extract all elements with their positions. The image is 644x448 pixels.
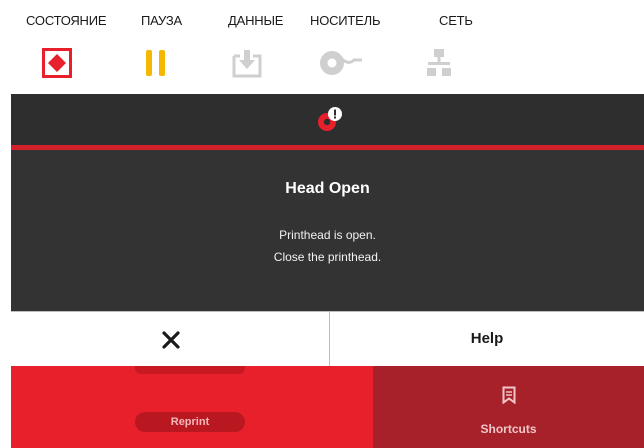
media-roll-icon — [318, 48, 368, 83]
pause-icon — [144, 48, 168, 83]
printer-status-panel: СОСТОЯНИЕ ПАУЗА ДАННЫЕ НОСИТЕЛЬ СЕТЬ Hea… — [0, 0, 644, 448]
network-icon — [426, 48, 452, 83]
alert-dialog: Head Open Printhead is open. Close the p… — [11, 150, 644, 311]
error-alert-icon[interactable] — [316, 106, 344, 137]
data-download-icon — [231, 48, 263, 83]
close-button[interactable] — [11, 312, 330, 366]
status-stop-icon — [42, 48, 72, 83]
indicator-data-label: ДАННЫЕ — [228, 13, 284, 28]
bookmark-icon — [502, 386, 516, 409]
indicator-network-label: СЕТЬ — [439, 13, 473, 28]
help-button[interactable]: Help — [330, 312, 644, 366]
dialog-message-line2: Close the printhead. — [273, 250, 382, 264]
dialog-message-line1: Printhead is open. — [279, 228, 376, 242]
shortcuts-label: Shortcuts — [480, 422, 537, 436]
shortcuts-tile[interactable]: Shortcuts — [373, 366, 644, 448]
indicator-pause: ПАУЗА — [141, 0, 211, 90]
indicator-status-label: СОСТОЯНИЕ — [26, 13, 107, 28]
dialog-button-row: Help — [11, 311, 644, 366]
close-icon — [162, 331, 180, 349]
reprint-tile[interactable]: Reprint — [11, 366, 373, 448]
indicator-network: СЕТЬ — [424, 0, 484, 90]
indicator-media-label: НОСИТЕЛЬ — [310, 13, 381, 28]
indicator-data: ДАННЫЕ — [228, 0, 298, 90]
display-status-bar — [11, 94, 644, 146]
dialog-title: Head Open — [285, 180, 370, 197]
home-tiles: Reprint Shortcuts — [11, 366, 644, 448]
indicator-media: НОСИТЕЛЬ — [310, 0, 400, 90]
reprint-button[interactable]: Reprint — [135, 412, 245, 432]
tile-tab-handle — [135, 366, 245, 374]
indicator-status: СОСТОЯНИЕ — [26, 0, 116, 90]
printer-display: Head Open Printhead is open. Close the p… — [11, 94, 644, 448]
indicator-pause-label: ПАУЗА — [141, 13, 182, 28]
